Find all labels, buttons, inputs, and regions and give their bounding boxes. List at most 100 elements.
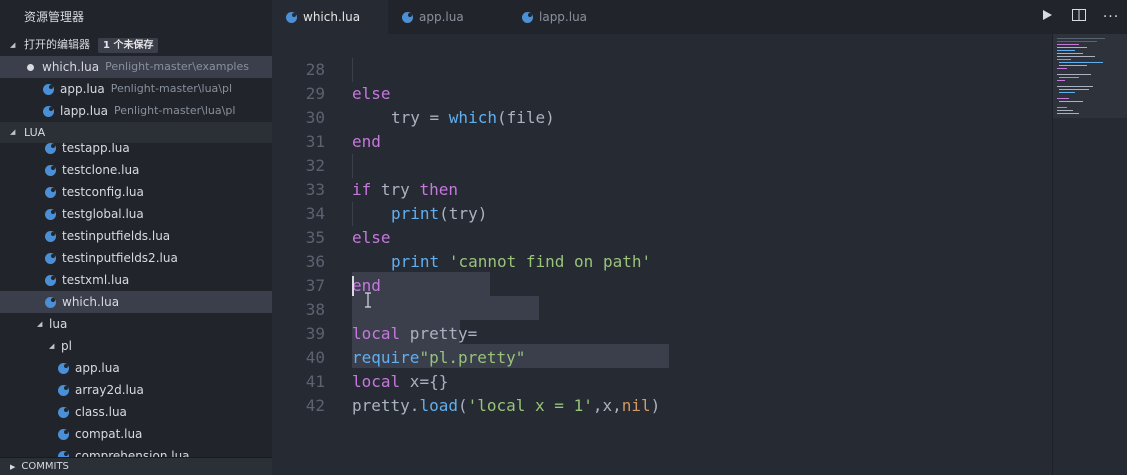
lua-file-icon [58, 384, 69, 396]
file-item[interactable]: testconfig.lua [0, 181, 272, 203]
commits-label: COMMITS [21, 461, 69, 472]
chevron-down-icon: ◢ [10, 41, 16, 49]
file-item[interactable]: testapp.lua [0, 143, 272, 159]
file-label: which.lua [62, 295, 120, 309]
file-tree: testapp.lua testclone.lua testconfig.lua… [0, 143, 272, 457]
minimap-line [1057, 110, 1073, 111]
tab-label: app.lua [419, 10, 464, 24]
file-item[interactable]: compat.lua [0, 423, 272, 445]
minimap-line [1057, 44, 1079, 45]
file-label: testapp.lua [62, 143, 130, 155]
code-line: 31 [272, 106, 1052, 151]
open-editors-header[interactable]: ◢ 打开的编辑器 1 个未保存 [0, 34, 272, 56]
file-label: testconfig.lua [62, 185, 144, 199]
lua-file-icon [58, 428, 69, 440]
tab-which[interactable]: which.lua [272, 0, 388, 34]
file-label: testclone.lua [62, 163, 140, 177]
explorer-title: 资源管理器 [24, 10, 85, 24]
minimap-line [1057, 98, 1069, 99]
folder-item-lua[interactable]: ◢ lua [0, 313, 272, 335]
code-editor[interactable]: 28 else 29 try = which(file) 30 end 31 3… [272, 34, 1052, 475]
file-label: testglobal.lua [62, 207, 144, 221]
code-line: 36 end [272, 226, 1052, 295]
minimap[interactable] [1052, 34, 1127, 475]
commits-section-header[interactable]: ▶ COMMITS [0, 457, 272, 475]
lua-file-icon [45, 186, 56, 198]
file-item[interactable]: testxml.lua [0, 269, 272, 291]
lua-file-icon [45, 296, 56, 308]
file-label: app.lua [75, 361, 120, 375]
file-item[interactable]: class.lua [0, 401, 272, 423]
more-actions-icon[interactable]: ··· [1095, 9, 1127, 25]
open-editor-item-which[interactable]: which.lua Penlight-master\examples [0, 56, 272, 78]
lua-file-icon [45, 274, 56, 286]
minimap-line [1057, 41, 1097, 42]
open-editor-name: lapp.lua [60, 104, 109, 118]
open-editors-label: 打开的编辑器 [24, 38, 90, 51]
minimap-line [1057, 56, 1095, 57]
file-item-selected[interactable]: which.lua [0, 291, 272, 313]
tab-app[interactable]: app.lua [388, 0, 508, 34]
code-line: 30 end [272, 82, 1052, 151]
file-label: compat.lua [75, 427, 143, 441]
file-label: comprehension.lua [75, 449, 190, 457]
open-editor-name: which.lua [42, 60, 100, 74]
lua-file-icon [522, 11, 533, 23]
minimap-line [1057, 59, 1071, 60]
lua-file-icon [45, 208, 56, 220]
minimap-line [1057, 113, 1079, 114]
minimap-line [1057, 107, 1067, 108]
minimap-line [1057, 53, 1083, 54]
file-label: testinputfields.lua [62, 229, 171, 243]
code-token: ,x, [592, 396, 622, 415]
minimap-line [1057, 80, 1065, 81]
unsaved-badge: 1 个未保存 [98, 37, 159, 53]
code-line: 39 require"pl.pretty" [272, 298, 1052, 367]
run-icon[interactable] [1031, 9, 1063, 25]
open-editor-item-lapp[interactable]: lapp.lua Penlight-master\lua\pl [0, 100, 272, 122]
code-line: 32 if try then [272, 130, 1052, 199]
file-label: class.lua [75, 405, 127, 419]
code-token: 'local x = 1' [467, 396, 593, 415]
file-item[interactable]: testglobal.lua [0, 203, 272, 225]
file-item[interactable]: array2d.lua [0, 379, 272, 401]
folder-item-pl[interactable]: ◢ pl [0, 335, 272, 357]
file-label: array2d.lua [75, 383, 144, 397]
code-token: nil [621, 396, 651, 415]
editor-actions: ··· [1031, 0, 1127, 34]
open-editor-item-app[interactable]: app.lua Penlight-master\lua\pl [0, 78, 272, 100]
lua-file-icon [43, 105, 54, 117]
code-line: 40 local x={} [272, 322, 1052, 391]
code-line: 38 local pretty= [272, 274, 1052, 343]
minimap-line [1059, 62, 1103, 63]
text-cursor [352, 276, 354, 296]
lua-file-icon [43, 83, 54, 95]
file-item[interactable]: comprehension.lua [0, 445, 272, 457]
open-editor-path: Penlight-master\lua\pl [114, 104, 236, 117]
lua-file-icon [402, 11, 413, 23]
folder-label: lua [49, 317, 68, 331]
editor-tab-bar: which.lua app.lua lapp.lua ··· [272, 0, 1127, 34]
minimap-line [1057, 86, 1093, 87]
open-editor-path: Penlight-master\lua\pl [110, 82, 233, 95]
folder-label: pl [61, 339, 72, 353]
lua-file-icon [45, 230, 56, 242]
lua-file-icon [45, 252, 56, 264]
minimap-line [1059, 101, 1083, 102]
file-item[interactable]: testinputfields2.lua [0, 247, 272, 269]
split-editor-icon[interactable] [1063, 9, 1095, 25]
tab-label: which.lua [303, 10, 361, 24]
modified-dot-icon[interactable] [27, 63, 34, 71]
minimap-line [1059, 77, 1079, 78]
code-line: 29 try = which(file) [272, 58, 1052, 127]
file-item[interactable]: app.lua [0, 357, 272, 379]
tab-label: lapp.lua [539, 10, 588, 24]
code-token: ) [650, 396, 661, 415]
file-label: testxml.lua [62, 273, 130, 287]
lua-folder-header[interactable]: ◢ LUA [0, 122, 272, 143]
tab-lapp[interactable]: lapp.lua [508, 0, 628, 34]
file-item[interactable]: testinputfields.lua [0, 225, 272, 247]
file-item[interactable]: testclone.lua [0, 159, 272, 181]
code-token: load [419, 396, 458, 415]
lua-file-icon [58, 406, 69, 418]
